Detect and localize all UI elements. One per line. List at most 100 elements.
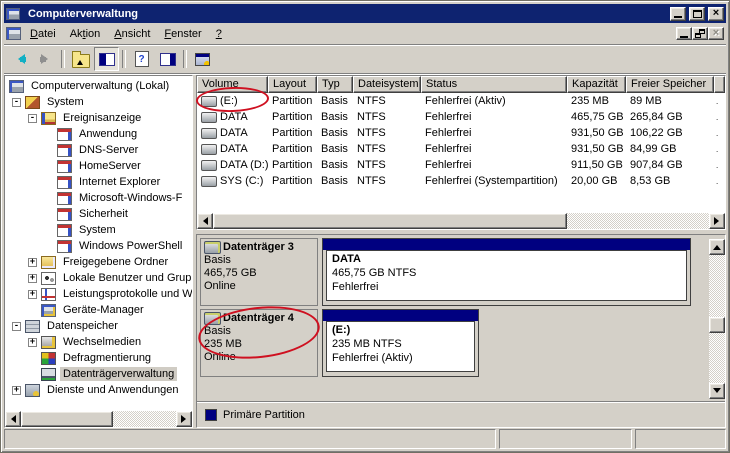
disk-info-box[interactable]: Datenträger 4 Basis 235 MB Online [200, 309, 318, 377]
status-cell: Fehlerfrei [421, 127, 567, 139]
tree-item[interactable]: Internet Explorer [5, 174, 192, 190]
tree-item-icon [41, 304, 56, 317]
list-horizontal-scrollbar[interactable] [197, 213, 725, 229]
tree-item-icon [41, 288, 56, 301]
menu-item[interactable]: Aktion [63, 26, 108, 42]
title-bar[interactable]: Computerverwaltung × [4, 4, 726, 23]
partition-box[interactable]: DATA 465,75 GB NTFS Fehlerfrei [322, 238, 691, 306]
help-button[interactable]: ? [129, 47, 154, 71]
drive-icon [201, 128, 217, 139]
menu-item[interactable]: ? [209, 26, 229, 42]
computer-management-window: Computerverwaltung × Datei Aktion Ansich… [0, 0, 730, 453]
scroll-right-icon [181, 415, 190, 423]
expand-toggle[interactable]: + [28, 290, 37, 299]
scroll-thumb[interactable] [213, 213, 567, 229]
tree-item-label: Dienste und Anwendungen [44, 383, 182, 397]
scroll-right-button[interactable] [709, 213, 725, 229]
tree-item[interactable]: Sicherheit [5, 206, 192, 222]
maximize-button[interactable] [689, 7, 705, 21]
up-one-level-button[interactable] [68, 47, 93, 71]
column-header-clipped[interactable] [714, 76, 725, 93]
volume-row[interactable]: DATA (D:) Partition Basis NTFS Fehlerfre… [197, 157, 725, 173]
menu-item[interactable]: Datei [23, 26, 63, 42]
tree-item[interactable]: Windows PowerShell [5, 238, 192, 254]
column-header-dateisystem[interactable]: Dateisystem [353, 76, 421, 93]
tree-item[interactable]: Computerverwaltung (Lokal) [5, 78, 192, 94]
minimize-button[interactable] [670, 7, 686, 21]
tree-item-icon [57, 160, 72, 173]
back-button[interactable] [7, 47, 32, 71]
volume-row[interactable]: DATA Partition Basis NTFS Fehlerfrei 931… [197, 125, 725, 141]
tree-item[interactable]: Datenträgerverwaltung [5, 366, 192, 382]
expand-toggle[interactable]: - [12, 322, 21, 331]
scroll-thumb[interactable] [21, 411, 113, 427]
tree-item-label: System [76, 223, 119, 237]
volume-cell: DATA [197, 111, 268, 123]
tree-item[interactable]: + Leistungsprotokolle und W [5, 286, 192, 302]
console-options-button[interactable] [190, 47, 215, 71]
disk-name: Datenträger 3 [204, 241, 317, 254]
volume-row[interactable]: SYS (C:) Partition Basis NTFS Fehlerfrei… [197, 173, 725, 189]
column-header-status[interactable]: Status [421, 76, 567, 93]
scroll-left-button[interactable] [5, 411, 21, 427]
scroll-left-button[interactable] [197, 213, 213, 229]
volume-row[interactable]: DATA Partition Basis NTFS Fehlerfrei 931… [197, 141, 725, 157]
close-button[interactable]: × [708, 7, 724, 21]
column-header-kapazitaet[interactable]: Kapazität [567, 76, 626, 93]
partition-box[interactable]: (E:) 235 MB NTFS Fehlerfrei (Aktiv) [322, 309, 479, 377]
tree-item[interactable]: + Wechselmedien [5, 334, 192, 350]
expand-toggle[interactable]: - [12, 98, 21, 107]
tree-indent [9, 150, 57, 151]
tree-item[interactable]: + Dienste und Anwendungen [5, 382, 192, 398]
column-header-layout[interactable]: Layout [268, 76, 317, 93]
volume-row[interactable]: DATA Partition Basis NTFS Fehlerfrei 465… [197, 109, 725, 125]
tree-item[interactable]: Defragmentierung [5, 350, 192, 366]
gear-window-icon [195, 53, 210, 66]
expand-toggle[interactable]: - [28, 114, 37, 123]
tree-item[interactable]: + Freigegebene Ordner [5, 254, 192, 270]
menu-item[interactable]: Fenster [157, 26, 208, 42]
mdi-minimize-button[interactable] [676, 27, 692, 40]
show-action-pane-button[interactable] [155, 47, 180, 71]
menu-item[interactable]: Ansicht [107, 26, 157, 42]
show-console-tree-button[interactable] [94, 47, 119, 71]
freier-speicher-cell: 89 MB [626, 95, 714, 107]
tree-item-icon [9, 80, 24, 93]
column-header-volume[interactable]: Volume [197, 76, 268, 93]
tree-item[interactable]: Anwendung [5, 126, 192, 142]
tree-item[interactable]: - Datenspeicher [5, 318, 192, 334]
disk-state: Online [204, 351, 317, 364]
drive-icon [201, 176, 217, 187]
tree-item[interactable]: + Lokale Benutzer und Grup [5, 270, 192, 286]
disk-info-box[interactable]: Datenträger 3 Basis 465,75 GB Online [200, 238, 318, 306]
scroll-thumb[interactable] [709, 317, 725, 333]
tree-item-label: Sicherheit [76, 207, 131, 221]
tree-item-icon [25, 320, 40, 333]
tree-item[interactable]: HomeServer [5, 158, 192, 174]
tree-item[interactable]: DNS-Server [5, 142, 192, 158]
disk-vertical-scrollbar[interactable] [709, 239, 725, 399]
scroll-down-button[interactable] [709, 383, 725, 399]
expand-toggle[interactable]: + [28, 338, 37, 347]
forward-button[interactable] [33, 47, 58, 71]
mdi-restore-button[interactable] [692, 27, 708, 40]
tree-item[interactable]: - System [5, 94, 192, 110]
kapazitaet-cell: 911,50 GB [567, 159, 626, 171]
column-header-typ[interactable]: Typ [317, 76, 353, 93]
tree-item[interactable]: Geräte-Manager [5, 302, 192, 318]
tree-item[interactable]: System [5, 222, 192, 238]
column-header-freier-speicher[interactable]: Freier Speicher [626, 76, 714, 93]
tree-item[interactable]: Microsoft-Windows-F [5, 190, 192, 206]
freier-speicher-cell: 84,99 GB [626, 143, 714, 155]
clipped-cell: . [714, 97, 725, 106]
expand-toggle[interactable]: + [28, 274, 37, 283]
tree-item[interactable]: - Ereignisanzeige [5, 110, 192, 126]
expand-toggle[interactable]: + [28, 258, 37, 267]
expand-toggle[interactable]: + [12, 386, 21, 395]
tree-item-icon [57, 128, 72, 141]
mdi-close-button-disabled[interactable]: × [708, 27, 724, 40]
tree-horizontal-scrollbar[interactable] [5, 411, 192, 427]
scroll-up-button[interactable] [709, 239, 725, 255]
scroll-right-button[interactable] [176, 411, 192, 427]
volume-row[interactable]: (E:) Partition Basis NTFS Fehlerfrei (Ak… [197, 93, 725, 109]
